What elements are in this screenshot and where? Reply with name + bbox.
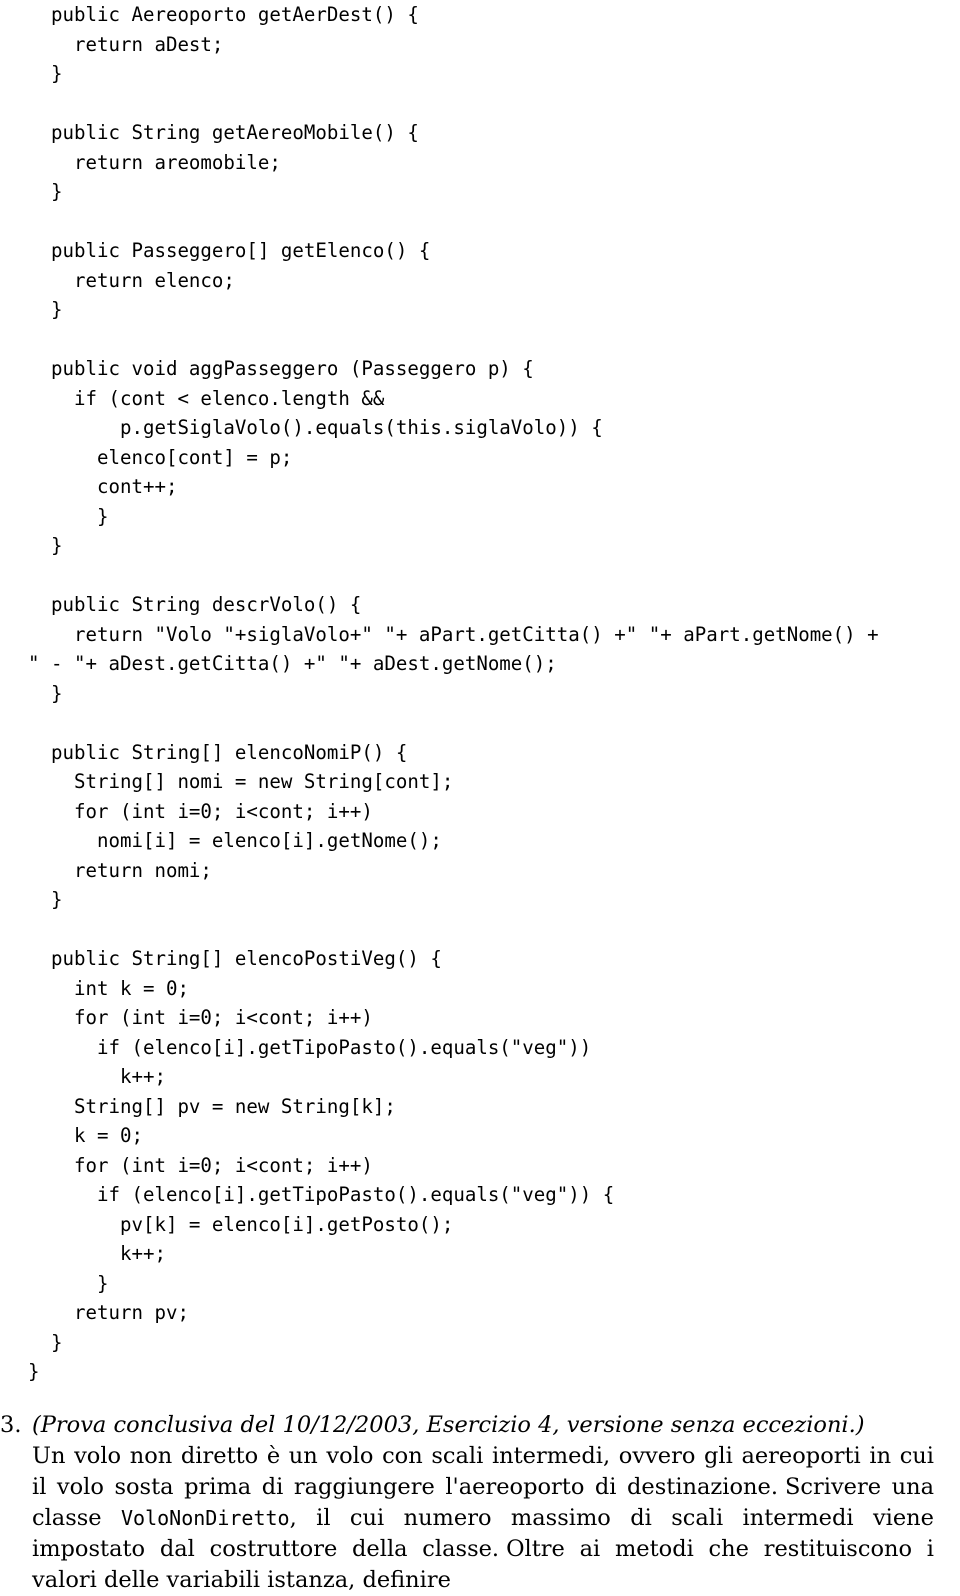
document-page: public Aereoporto getAerDest() { return … — [0, 0, 960, 1593]
code-line: for (int i=0; i<cont; i++) — [28, 799, 373, 823]
code-line: int k = 0; — [28, 976, 189, 1000]
code-line: public String descrVolo() { — [28, 593, 362, 616]
code-line: for (int i=0; i<cont; i++) — [28, 1006, 373, 1029]
code-line: k = 0; — [28, 1124, 143, 1147]
code-line: cont++; — [28, 475, 178, 498]
code-line: nomi[i] = elenco[i].getNome(); — [28, 829, 442, 852]
enum-marker: 3. — [0, 1412, 22, 1438]
code-line: return areomobile; — [28, 150, 281, 174]
code-line: } — [28, 534, 63, 557]
code-line: public String[] elencoNomiP() { — [28, 740, 408, 764]
code-line: pv[k] = elenco[i].getPosto(); — [28, 1212, 454, 1236]
code-line: public String[] elencoPostiVeg() { — [28, 947, 442, 970]
code-line: return elenco; — [28, 268, 235, 292]
code-line: } — [28, 888, 63, 911]
code-line: k++; — [28, 1065, 166, 1088]
code-line: public String getAereoMobile() { — [28, 121, 419, 144]
code-line: } — [28, 1330, 63, 1354]
exercise-text: (Prova conclusiva del 10/12/2003, Eserci… — [32, 1410, 934, 1596]
code-listing: public Aereoporto getAerDest() { return … — [0, 0, 960, 1387]
code-line: return aDest; — [28, 32, 224, 56]
class-name-VoloNonDiretto: VoloNonDiretto — [121, 1506, 290, 1530]
code-line: String[] nomi = new String[cont]; — [28, 770, 454, 793]
code-line: k++; — [28, 1242, 166, 1265]
code-line: } — [28, 1360, 40, 1383]
code-line: } — [28, 298, 63, 321]
code-line: String[] pv = new String[k]; — [28, 1094, 396, 1118]
code-line: elenco[cont] = p; — [28, 445, 293, 469]
code-line: p.getSiglaVolo().equals(this.siglaVolo))… — [28, 416, 603, 439]
code-line: } — [28, 504, 109, 528]
code-line: for (int i=0; i<cont; i++) — [28, 1153, 373, 1177]
exercise-provenance: (Prova conclusiva del 10/12/2003, Eserci… — [32, 1412, 865, 1438]
code-line: return "Volo "+siglaVolo+" "+ aPart.getC… — [28, 622, 879, 646]
code-line: if (elenco[i].getTipoPasto().equals("veg… — [28, 1035, 592, 1059]
code-line: } — [28, 62, 63, 85]
code-line: return pv; — [28, 1301, 189, 1324]
code-line: } — [28, 1271, 109, 1295]
code-line: if (elenco[i].getTipoPasto().equals("veg… — [28, 1183, 615, 1206]
exercise-item-3: 3. (Prova conclusiva del 10/12/2003, Ese… — [0, 1410, 934, 1596]
code-line: public void aggPasseggero (Passeggero p)… — [28, 357, 534, 380]
code-line: return nomi; — [28, 858, 212, 882]
code-line: } — [28, 180, 63, 203]
code-line: public Aereoporto getAerDest() { — [28, 3, 419, 26]
code-line: if (cont < elenco.length && — [28, 386, 385, 410]
code-line: " - "+ aDest.getCitta() +" "+ aDest.getN… — [28, 652, 557, 675]
code-line: } — [28, 681, 63, 705]
code-line: public Passeggero[] getElenco() { — [28, 239, 431, 262]
